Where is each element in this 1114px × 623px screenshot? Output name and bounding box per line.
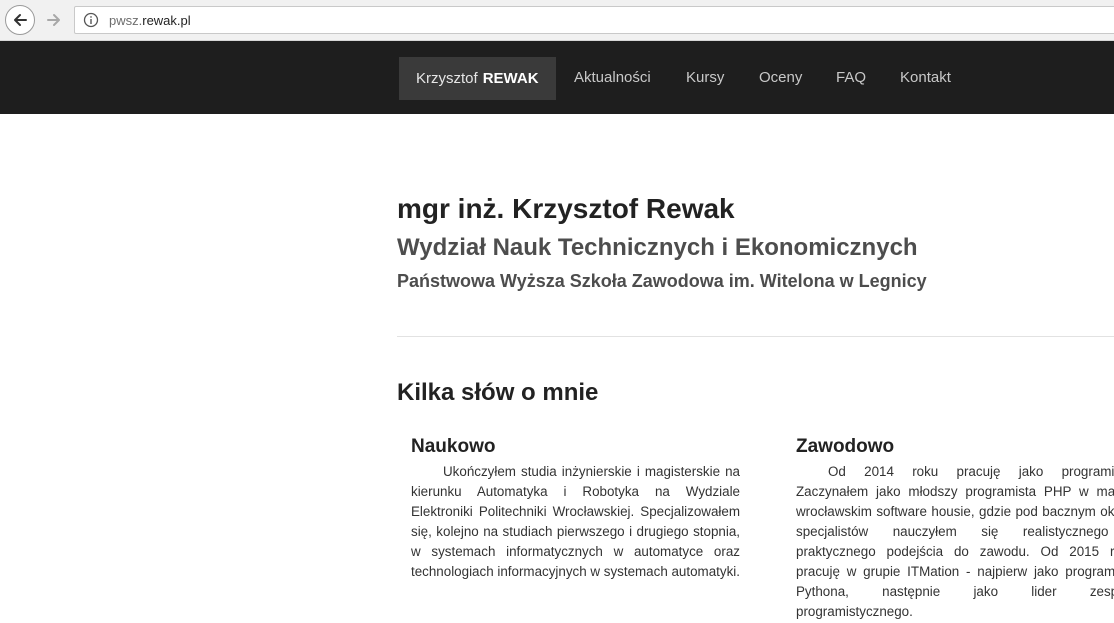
nav-link-faq[interactable]: FAQ [836,69,866,86]
arrow-left-icon [14,14,27,26]
column-title-zawodowo: Zawodowo [796,436,895,457]
nav-link-oceny[interactable]: Oceny [759,69,802,86]
info-icon[interactable] [83,12,99,28]
page-title: mgr inż. Krzysztof Rewak [397,193,735,224]
nav-link-kursy[interactable]: Kursy [686,69,724,86]
brand-last-name: REWAK [482,70,539,87]
back-button[interactable] [5,5,35,35]
url-host: rewak.pl [142,13,191,28]
nav-link-aktualnosci[interactable]: Aktualności [574,69,651,86]
url-prefix: pwsz. [109,13,143,28]
about-heading: Kilka słów o mnie [397,379,599,406]
faculty-heading: Wydział Nauk Technicznych i Ekonomicznyc… [397,234,918,261]
divider [397,336,1114,337]
column-title-naukowo: Naukowo [411,436,496,457]
nav-link-kontakt[interactable]: Kontakt [900,69,951,86]
column-text-naukowo: Ukończyłem studia inżynierskie i magiste… [411,464,740,579]
site-navbar: Krzysztof REWAK Aktualności Kursy Oceny … [0,41,1114,114]
arrow-right-icon [47,14,60,26]
brand-link[interactable]: Krzysztof REWAK [399,57,556,100]
school-heading: Państwowa Wyższa Szkoła Zawodowa im. Wit… [397,271,927,291]
browser-toolbar: pwsz.rewak.pl [0,0,1114,41]
forward-button[interactable] [39,5,69,35]
url-text[interactable]: pwsz.rewak.pl [109,13,191,28]
brand-first-name: Krzysztof [416,70,478,87]
column-text-zawodowo: Od 2014 roku pracuję jako programista. Z… [796,464,1114,619]
address-bar[interactable]: pwsz.rewak.pl [74,6,1114,34]
